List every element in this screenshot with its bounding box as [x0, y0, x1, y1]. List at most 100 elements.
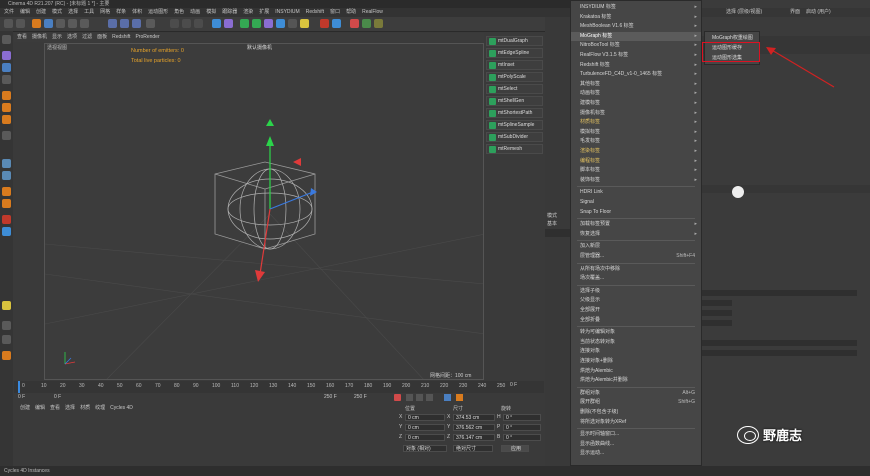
rotation-field[interactable]: 0 °	[503, 414, 541, 421]
context-menu-item[interactable]: 转为可编辑对象	[571, 328, 701, 337]
record-icon[interactable]	[394, 394, 401, 401]
frame-field[interactable]: 0 F	[510, 382, 517, 388]
context-menu-item[interactable]: 展开群组 Shift+G	[571, 398, 701, 407]
context-menu-item[interactable]: 摄像机标签 ▸	[571, 109, 701, 118]
pen-icon[interactable]	[224, 19, 233, 28]
menu-item[interactable]: 渲染	[243, 8, 253, 17]
viewport-tab[interactable]: 选项	[67, 33, 77, 42]
perspective-viewport[interactable]	[44, 43, 484, 380]
size-field[interactable]: 376.562 cm	[453, 424, 495, 431]
context-menu-item[interactable]: 显示时间轴窗口...	[571, 430, 701, 439]
context-menu-item[interactable]: NitroBoxTool 标签 ▸	[571, 41, 701, 50]
light-icon[interactable]	[300, 19, 309, 28]
mograph-object-item[interactable]: mtEdgeSpline	[486, 48, 543, 58]
z-axis-icon[interactable]	[132, 19, 141, 28]
menu-item[interactable]: 文件	[4, 8, 14, 17]
material-menu-item[interactable]: 选择	[65, 404, 75, 413]
context-menu-item[interactable]: 群组对象 Alt+G	[571, 389, 701, 398]
mograph-object-item[interactable]: mtDualGraph	[486, 36, 543, 46]
mograph-object-item[interactable]: mtPolyScale	[486, 72, 543, 82]
end-frame-alt[interactable]: 250 F	[354, 393, 367, 402]
rotation-field[interactable]: 0 °	[503, 434, 541, 441]
context-menu-item[interactable]: 脚本标签 ▸	[571, 166, 701, 175]
model-mode-icon[interactable]	[2, 51, 11, 60]
prev-key-icon[interactable]	[406, 394, 413, 401]
size-field[interactable]: 374.53 cm	[453, 414, 495, 421]
floor-icon[interactable]	[276, 19, 285, 28]
viewport-tab[interactable]: 面板	[97, 33, 107, 42]
context-menu-item[interactable]: 连接对象+删除	[571, 357, 701, 366]
recent-tool-icon[interactable]	[80, 19, 89, 28]
context-menu-item[interactable]: 层管理器... Shift+F4	[571, 252, 701, 261]
context-menu-item[interactable]: 连接对象	[571, 347, 701, 356]
camera-icon[interactable]	[288, 19, 297, 28]
undo-icon[interactable]	[4, 19, 13, 28]
deformer-icon[interactable]	[264, 19, 273, 28]
menu-item[interactable]: 模式	[52, 8, 62, 17]
context-menu-item[interactable]: 渲染标签 ▸	[571, 147, 701, 156]
context-menu-item[interactable]: 从所有场次中移除	[571, 265, 701, 274]
startup-tab[interactable]: 启动 (用户)	[806, 8, 831, 17]
context-menu-item[interactable]: 恢复选择 ▸	[571, 230, 701, 239]
workplane-icon[interactable]	[2, 75, 11, 84]
menu-item[interactable]: 运动图形	[148, 8, 168, 17]
context-menu-item[interactable]: 模拟标签 ▸	[571, 128, 701, 137]
context-menu-item[interactable]: 显示运动...	[571, 449, 701, 458]
context-menu-item[interactable]: 删除(不包含子级)	[571, 408, 701, 417]
render-picture-icon[interactable]	[182, 19, 191, 28]
context-menu-item[interactable]: 全部展开	[571, 306, 701, 315]
context-menu-item[interactable]: 其他标签 ▸	[571, 80, 701, 89]
context-menu-item[interactable]: TurbulenceFD_C4D_v1-0_1465 标签 ▸	[571, 70, 701, 79]
cube-icon[interactable]	[212, 19, 221, 28]
polygons-mode-icon[interactable]	[2, 115, 11, 124]
material-menu-item[interactable]: 创建	[20, 404, 30, 413]
live-select-icon[interactable]	[32, 19, 41, 28]
position-field[interactable]: 0 cm	[405, 414, 445, 421]
mograph-object-item[interactable]: mtSplineSample	[486, 120, 543, 130]
context-menu-item[interactable]: HDRI Link	[571, 188, 701, 197]
next-key-icon[interactable]	[426, 394, 433, 401]
menu-item[interactable]: RealFlow	[362, 8, 383, 17]
menu-item[interactable]: 跟踪器	[222, 8, 237, 17]
menu-item[interactable]: 体积	[132, 8, 142, 17]
texture-mode-icon[interactable]	[2, 63, 11, 72]
knife-icon[interactable]	[2, 321, 11, 330]
attr-field-4[interactable]	[702, 320, 732, 326]
menu-item[interactable]: 动画	[190, 8, 200, 17]
mograph-object-item[interactable]: mtSelect	[486, 84, 543, 94]
playhead-icon[interactable]	[18, 381, 20, 393]
redshift-icon[interactable]	[320, 19, 329, 28]
material-menu-item[interactable]: Cycles 4D	[110, 404, 133, 413]
cloner-icon[interactable]	[252, 19, 261, 28]
render-view-icon[interactable]	[170, 19, 179, 28]
end-frame[interactable]: 250 F	[324, 393, 337, 402]
context-menu-item[interactable]: Redshift 标签 ▸	[571, 61, 701, 70]
material-menu-item[interactable]: 材质	[80, 404, 90, 413]
viewport-tab[interactable]: ProRender	[135, 33, 159, 42]
context-menu-item[interactable]: 毛发标签 ▸	[571, 137, 701, 146]
context-menu-item[interactable]: 建模标签 ▸	[571, 99, 701, 108]
autokey-icon[interactable]	[456, 394, 463, 401]
menu-item[interactable]: 工具	[84, 8, 94, 17]
axis-mode-icon[interactable]	[2, 215, 11, 224]
rotate-icon[interactable]	[68, 19, 77, 28]
context-menu-item[interactable]: MoGraph 标签 ▸	[571, 31, 701, 41]
menu-item[interactable]: 扩展	[259, 8, 269, 17]
menu-item[interactable]: 样条	[116, 8, 126, 17]
mograph-object-item[interactable]: mtInset	[486, 60, 543, 70]
size-mode-select[interactable]: 绝对尺寸	[453, 445, 493, 452]
viewport-tab[interactable]: 查看	[17, 33, 27, 42]
menu-item[interactable]: 编辑	[20, 8, 30, 17]
context-menu-item[interactable]: 编程标签 ▸	[571, 157, 701, 166]
context-menu-item[interactable]: 加载标签预置 ▸	[571, 220, 701, 229]
menu-item[interactable]: 帮助	[346, 8, 356, 17]
points-mode-icon[interactable]	[2, 91, 11, 100]
coord-mode-select[interactable]: 对象 (相对)	[403, 445, 447, 452]
edges-mode-icon[interactable]	[2, 103, 11, 112]
coord-system-icon[interactable]	[146, 19, 155, 28]
mograph-object-item[interactable]: mtShortestPath	[486, 108, 543, 118]
attr-field-1[interactable]	[702, 290, 857, 296]
menu-item[interactable]: 角色	[174, 8, 184, 17]
mograph-object-item[interactable]: mtShellGen	[486, 96, 543, 106]
plugin-icon[interactable]	[374, 19, 383, 28]
